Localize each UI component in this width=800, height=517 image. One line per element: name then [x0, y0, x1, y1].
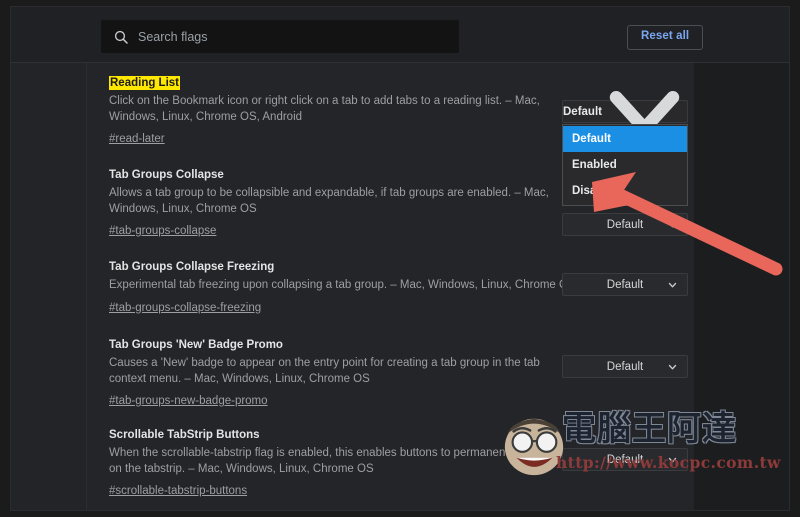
- flag-description: Allows a tab group to be collapsible and…: [109, 187, 549, 215]
- flag-select-scrollable-tabstrip-buttons[interactable]: Default: [562, 448, 688, 471]
- screenshot-root: Reset all Reading List Click on the Book…: [0, 0, 800, 517]
- flag-anchor-link[interactable]: #tab-groups-new-badge-promo: [109, 394, 268, 408]
- dropdown-option-disabled[interactable]: Disabled: [563, 178, 687, 204]
- flag-anchor-link[interactable]: #read-later: [109, 132, 165, 146]
- chrome-flags-window: Reset all Reading List Click on the Book…: [10, 6, 790, 511]
- search-input[interactable]: [138, 29, 428, 44]
- chevron-down-icon: [668, 282, 677, 287]
- flag-select-value: Default: [606, 453, 644, 466]
- flag-description: When the scrollable-tabstrip flag is ena…: [109, 447, 556, 475]
- flag-select-tab-groups-collapse[interactable]: Default: [562, 213, 688, 236]
- flag-title: Reading List: [109, 76, 181, 90]
- search-icon: [114, 30, 128, 44]
- flag-select-value: Default: [606, 278, 644, 291]
- flag-description: Causes a 'New' badge to appear on the en…: [109, 357, 540, 385]
- left-rail: [11, 63, 87, 510]
- flag-anchor-link[interactable]: #tab-groups-collapse: [109, 224, 216, 238]
- flag-title: Tab Groups 'New' Badge Promo: [109, 339, 283, 351]
- chevron-down-icon: [668, 364, 677, 369]
- chevron-down-icon: [668, 457, 677, 462]
- flag-select-dropdown-list[interactable]: Default Enabled Disabled: [562, 124, 688, 206]
- top-toolbar: Reset all: [11, 7, 789, 63]
- flag-description: Experimental tab freezing upon collapsin…: [109, 279, 576, 291]
- dropdown-option-enabled[interactable]: Enabled: [563, 152, 687, 178]
- flag-description: Click on the Bookmark icon or right clic…: [109, 95, 540, 123]
- flag-select-value: Default: [606, 218, 644, 231]
- reset-all-button[interactable]: Reset all: [627, 25, 704, 50]
- search-flags-box[interactable]: [101, 20, 459, 53]
- flag-title: Scrollable TabStrip Buttons: [109, 429, 260, 441]
- flag-anchor-link[interactable]: #scrollable-tabstrip-buttons: [109, 484, 247, 498]
- flag-anchor-link[interactable]: #tab-groups-collapse-freezing: [109, 301, 261, 315]
- flag-select-value: Default: [606, 360, 644, 373]
- flag-select-tab-groups-new-badge-promo[interactable]: Default: [562, 355, 688, 378]
- flag-select-read-later[interactable]: Default: [562, 90, 688, 135]
- dropdown-option-default[interactable]: Default: [563, 126, 687, 152]
- chevron-down-icon: [668, 222, 677, 227]
- flag-title: Tab Groups Collapse Freezing: [109, 261, 275, 273]
- flag-title: Tab Groups Collapse: [109, 169, 224, 181]
- right-rail: [694, 63, 789, 510]
- flag-select-value: Default: [563, 105, 602, 118]
- flag-select-tab-groups-collapse-freezing[interactable]: Default: [562, 273, 688, 296]
